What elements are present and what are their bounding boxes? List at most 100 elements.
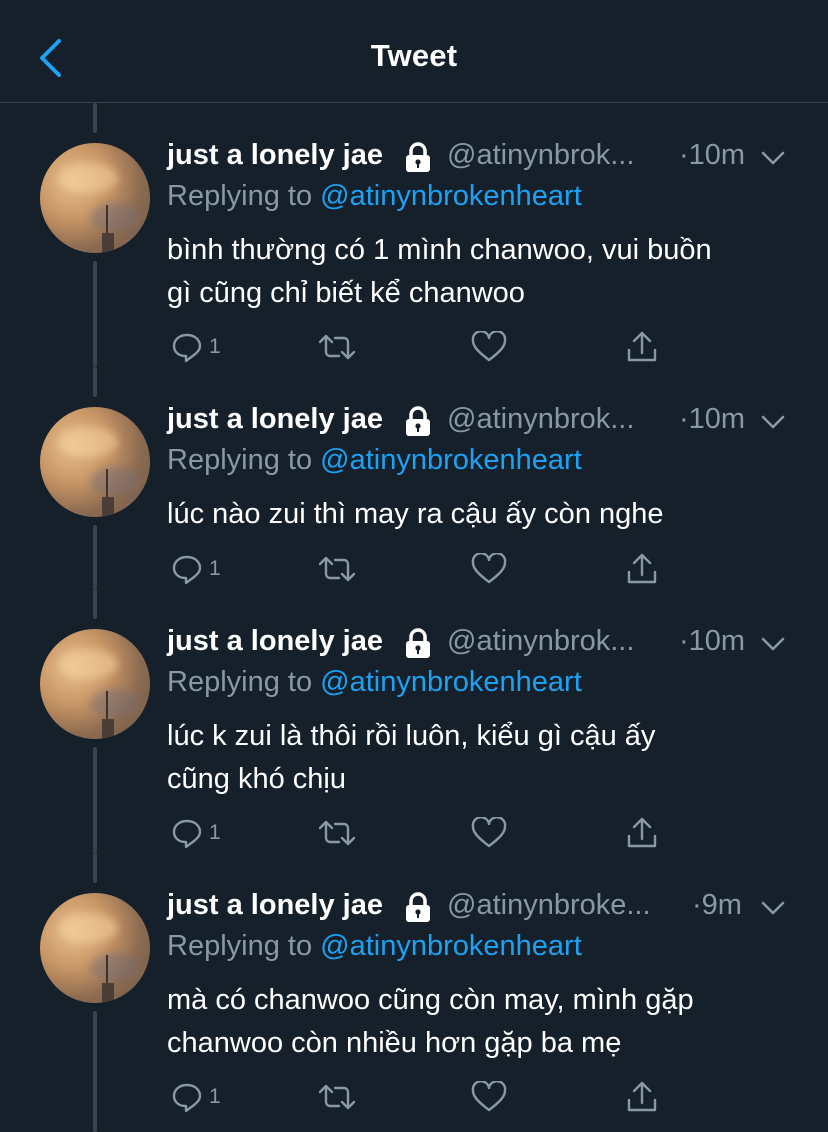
display-name[interactable]: just a lonely jae	[167, 403, 383, 436]
tweet-text-line: lúc nào zui thì may ra cậu ấy còn nghe	[167, 498, 664, 530]
lock-icon	[406, 892, 430, 922]
chevron-down-icon[interactable]	[758, 629, 788, 659]
thread-line-bottom	[93, 525, 97, 589]
retweet-button[interactable]	[317, 1077, 357, 1117]
replying-to-label: Replying to	[167, 444, 313, 476]
reply-count: 1	[209, 557, 221, 580]
mention-link[interactable]: @atinynbrokenheart	[320, 666, 582, 698]
reply-button[interactable]: 1	[171, 549, 221, 589]
username[interactable]: @atinynbrok...	[447, 403, 634, 436]
avatar[interactable]	[40, 407, 150, 517]
share-button[interactable]	[625, 549, 659, 589]
tweet[interactable]: just a lonely jae @atinynbroke... ·9m Re…	[0, 853, 828, 1132]
heart-icon	[471, 1081, 507, 1112]
username[interactable]: @atinynbrok...	[447, 625, 634, 658]
thread-line-bottom	[93, 747, 97, 853]
display-name[interactable]: just a lonely jae	[167, 139, 383, 172]
tweet[interactable]: just a lonely jae @atinynbrok... ·10m Re…	[0, 589, 828, 853]
timestamp[interactable]: ·10m	[679, 139, 745, 172]
chevron-down-icon[interactable]	[758, 893, 788, 923]
reply-icon	[172, 333, 202, 363]
replying-to-label: Replying to	[167, 180, 313, 212]
lock-icon	[406, 406, 430, 436]
reply-button[interactable]: 1	[171, 327, 221, 367]
tweet-text-line: chanwoo còn nhiều hơn gặp ba mẹ	[167, 1027, 622, 1059]
chevron-down-icon[interactable]	[758, 407, 788, 437]
top-bar: Tweet	[0, 0, 828, 103]
like-button[interactable]	[471, 1077, 507, 1117]
mention-link[interactable]: @atinynbrokenheart	[320, 444, 582, 476]
share-button[interactable]	[625, 813, 659, 853]
retweet-icon	[318, 334, 356, 360]
reply-icon	[172, 819, 202, 849]
tweet-text-line: bình thường có 1 mình chanwoo, vui buồn	[167, 234, 712, 266]
tweet-actions: 1	[167, 1077, 667, 1117]
replying-to: Replying to @atinynbrokenheart	[167, 930, 582, 963]
reply-count: 1	[209, 1085, 221, 1108]
username[interactable]: @atinynbrok...	[447, 139, 634, 172]
timestamp[interactable]: ·10m	[679, 403, 745, 436]
timestamp[interactable]: ·9m	[692, 889, 742, 922]
chevron-down-icon[interactable]	[758, 143, 788, 173]
avatar[interactable]	[40, 893, 150, 1003]
page-title: Tweet	[370, 38, 458, 73]
avatar[interactable]	[40, 629, 150, 739]
thread-line-top	[93, 367, 97, 397]
display-name[interactable]: just a lonely jae	[167, 625, 383, 658]
tweet-text: bình thường có 1 mình chanwoo, vui buồn …	[167, 229, 797, 315]
thread-line-top	[93, 853, 97, 883]
reply-icon	[172, 1083, 202, 1113]
heart-icon	[471, 553, 507, 584]
reply-button[interactable]: 1	[171, 813, 221, 853]
tweet-actions: 1	[167, 813, 667, 853]
reply-icon	[172, 555, 202, 585]
mention-link[interactable]: @atinynbrokenheart	[320, 180, 582, 212]
like-button[interactable]	[471, 327, 507, 367]
replying-to-label: Replying to	[167, 666, 313, 698]
share-icon	[627, 331, 657, 362]
like-button[interactable]	[471, 813, 507, 853]
tweet-actions: 1	[167, 327, 667, 367]
retweet-button[interactable]	[317, 549, 357, 589]
replying-to: Replying to @atinynbrokenheart	[167, 180, 582, 213]
thread-line-bottom	[93, 1011, 97, 1132]
heart-icon	[471, 817, 507, 848]
username[interactable]: @atinynbroke...	[447, 889, 651, 922]
replying-to: Replying to @atinynbrokenheart	[167, 444, 582, 477]
heart-icon	[471, 331, 507, 362]
share-button[interactable]	[625, 327, 659, 367]
replying-to-label: Replying to	[167, 930, 313, 962]
thread-line-top	[93, 103, 97, 133]
mention-link[interactable]: @atinynbrokenheart	[320, 930, 582, 962]
tweet-header: just a lonely jae @atinynbroke... ·9m	[167, 889, 788, 929]
tweet-header: just a lonely jae @atinynbrok... ·10m	[167, 403, 788, 443]
avatar[interactable]	[40, 143, 150, 253]
tweet-actions: 1	[167, 549, 667, 589]
tweet-text-line: gì cũng chỉ biết kể chanwoo	[167, 277, 525, 309]
thread-line-top	[93, 589, 97, 619]
reply-count: 1	[209, 335, 221, 358]
share-button[interactable]	[625, 1077, 659, 1117]
tweet-header: just a lonely jae @atinynbrok... ·10m	[167, 139, 788, 179]
tweet[interactable]: just a lonely jae @atinynbrok... ·10m Re…	[0, 103, 828, 367]
tweet-text-line: lúc k zui là thôi rồi luôn, kiểu gì cậu …	[167, 720, 656, 752]
retweet-button[interactable]	[317, 327, 357, 367]
share-icon	[627, 1081, 657, 1112]
tweet-header: just a lonely jae @atinynbrok... ·10m	[167, 625, 788, 665]
tweet-text-line: mà có chanwoo cũng còn may, mình gặp	[167, 984, 694, 1016]
share-icon	[627, 817, 657, 848]
display-name[interactable]: just a lonely jae	[167, 889, 383, 922]
tweet-text: lúc nào zui thì may ra cậu ấy còn nghe	[167, 493, 797, 536]
tweet-text-line: cũng khó chịu	[167, 763, 346, 795]
like-button[interactable]	[471, 549, 507, 589]
lock-icon	[406, 142, 430, 172]
replying-to: Replying to @atinynbrokenheart	[167, 666, 582, 699]
retweet-button[interactable]	[317, 813, 357, 853]
tweet[interactable]: just a lonely jae @atinynbrok... ·10m Re…	[0, 367, 828, 589]
reply-button[interactable]: 1	[171, 1077, 221, 1117]
retweet-icon	[318, 556, 356, 582]
timestamp[interactable]: ·10m	[679, 625, 745, 658]
reply-count: 1	[209, 821, 221, 844]
tweet-text: lúc k zui là thôi rồi luôn, kiểu gì cậu …	[167, 715, 797, 801]
tweet-text: mà có chanwoo cũng còn may, mình gặp cha…	[167, 979, 797, 1065]
